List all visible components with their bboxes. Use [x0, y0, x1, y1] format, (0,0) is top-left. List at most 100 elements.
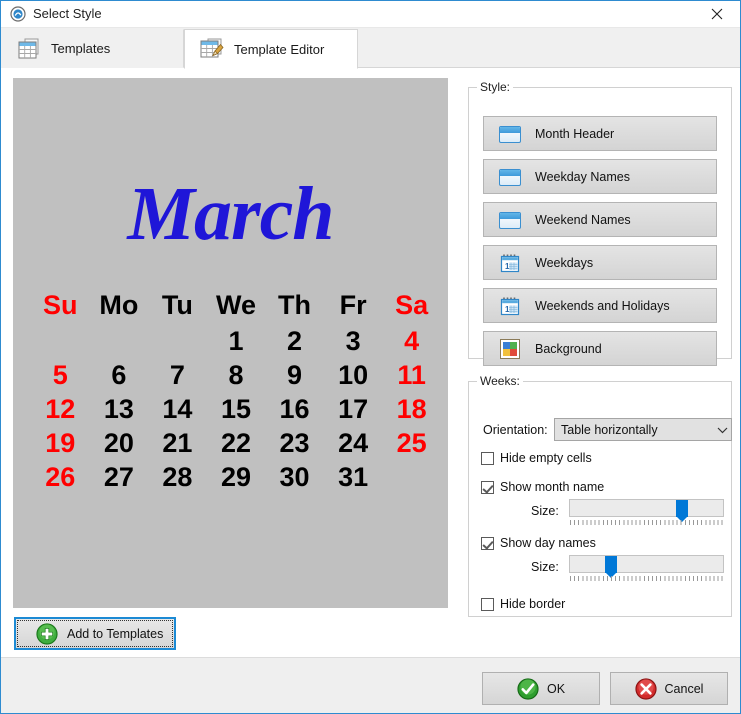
style-button-weekday-names[interactable]: Weekday Names	[483, 159, 717, 194]
settings-column: Style: Month Header Weekday Names Weeken…	[460, 74, 732, 640]
calendar-preview[interactable]: March Su Mo Tu We Th Fr Sa 1 2 3 4 5 6 7…	[13, 78, 448, 608]
day-cell: 23	[279, 428, 310, 458]
checkbox-box	[481, 480, 494, 494]
day-cell: 18	[396, 394, 427, 424]
style-button-label: Month Header	[535, 126, 615, 141]
day-cell: 28	[162, 462, 193, 492]
ok-button[interactable]: OK	[482, 672, 600, 705]
day-cell: 29	[220, 462, 251, 492]
day-cell: 30	[279, 462, 310, 492]
orientation-select[interactable]: Table horizontally	[554, 418, 732, 441]
checkbox-show-day-names[interactable]: Show day names	[481, 536, 596, 550]
day-cell: 27	[103, 462, 134, 492]
day-cell: 6	[111, 360, 127, 390]
tab-label: Template Editor	[234, 41, 325, 57]
day-size-slider[interactable]	[569, 555, 724, 581]
day-cell: 25	[396, 428, 427, 458]
weeks-group-legend: Weeks:	[480, 374, 520, 388]
tab-template-editor[interactable]: Template Editor	[184, 29, 358, 69]
add-to-templates-button[interactable]: Add to Templates	[14, 617, 176, 650]
calendar-icon: 1	[498, 251, 522, 275]
red-x-circle-icon	[634, 677, 657, 700]
day-name: Tu	[161, 290, 193, 320]
table-grid-icon	[16, 37, 42, 61]
weeks-group: Weeks: Orientation: Table horizontally H…	[468, 374, 732, 617]
day-cell: 7	[169, 360, 185, 390]
window-panel-icon	[498, 208, 522, 232]
style-group: Style: Month Header Weekday Names Weeken…	[468, 80, 732, 366]
chevron-down-icon	[713, 423, 731, 437]
style-button-background[interactable]: Background	[483, 331, 717, 366]
month-size-slider[interactable]	[569, 499, 724, 525]
day-cell: 2	[287, 326, 303, 356]
day-cell: 8	[228, 360, 244, 390]
style-button-weekend-names[interactable]: Weekend Names	[483, 202, 717, 237]
day-cell: 26	[45, 462, 76, 492]
week-row: 19 20 21 22 23 24 25	[31, 426, 441, 460]
select-style-dialog: Select Style Templates Template Editor M…	[0, 0, 741, 714]
preview-month-name: March	[127, 172, 334, 256]
day-cell: 3	[345, 326, 361, 356]
window-title: Select Style	[33, 6, 102, 21]
checkbox-label: Hide empty cells	[500, 451, 592, 465]
day-name: Fr	[339, 290, 367, 320]
checkbox-label: Show day names	[500, 536, 596, 550]
day-cell	[382, 460, 441, 494]
tab-label: Templates	[51, 41, 111, 56]
checkbox-hide-border[interactable]: Hide border	[481, 597, 565, 611]
window-panel-icon	[498, 165, 522, 189]
table-grid-brush-icon	[199, 37, 225, 61]
day-cell: 17	[338, 394, 369, 424]
tab-templates[interactable]: Templates	[1, 29, 184, 68]
checkbox-label: Hide border	[500, 597, 566, 611]
style-button-weekends-and-holidays[interactable]: 1 Weekends and Holidays	[483, 288, 717, 323]
day-name: Mo	[99, 290, 139, 320]
checkbox-box	[481, 451, 494, 465]
style-button-label: Weekday Names	[535, 169, 630, 184]
ok-button-label: OK	[546, 681, 566, 696]
day-cell	[31, 324, 90, 358]
style-button-weekdays[interactable]: 1 Weekdays	[483, 245, 717, 280]
day-name: Su	[43, 290, 78, 320]
style-group-legend: Style:	[480, 80, 511, 94]
day-name: We	[215, 290, 256, 320]
day-cell: 9	[287, 360, 303, 390]
day-cell: 4	[404, 326, 420, 356]
day-cell: 22	[220, 428, 251, 458]
week-row: 1 2 3 4	[31, 324, 441, 358]
slider-thumb[interactable]	[604, 556, 617, 578]
checkbox-hide-empty-cells[interactable]: Hide empty cells	[481, 451, 592, 465]
slider-thumb[interactable]	[676, 500, 689, 522]
checkbox-box	[481, 597, 494, 611]
day-cell: 1	[228, 326, 244, 356]
close-icon[interactable]	[694, 1, 740, 27]
day-cell: 12	[45, 394, 76, 424]
day-cell: 20	[103, 428, 134, 458]
tab-strip: Templates Template Editor	[1, 28, 740, 69]
day-cell: 10	[338, 360, 369, 390]
day-cell: 19	[45, 428, 76, 458]
main-content: March Su Mo Tu We Th Fr Sa 1 2 3 4 5 6 7…	[1, 68, 740, 650]
app-disc-icon	[10, 6, 26, 22]
day-size-label: Size:	[531, 560, 559, 574]
day-cell: 31	[338, 462, 369, 492]
day-cell: 13	[103, 394, 134, 424]
checkbox-show-month-name[interactable]: Show month name	[481, 480, 604, 494]
day-name: Th	[278, 290, 312, 320]
style-button-label: Weekend Names	[535, 212, 631, 227]
slider-ticks	[570, 520, 723, 525]
orientation-label: Orientation:	[483, 423, 548, 437]
month-size-label: Size:	[531, 504, 559, 518]
calendar-icon: 1	[498, 294, 522, 318]
title-bar: Select Style	[1, 1, 740, 28]
cancel-button-label: Cancel	[664, 681, 704, 696]
style-button-label: Background	[535, 341, 602, 356]
slider-track	[569, 555, 724, 573]
cancel-button[interactable]: Cancel	[610, 672, 728, 705]
day-cell: 21	[162, 428, 193, 458]
day-cell: 14	[162, 394, 193, 424]
preview-calendar-grid: Su Mo Tu We Th Fr Sa 1 2 3 4 5 6 7 8 9 1…	[31, 286, 441, 494]
style-button-month-header[interactable]: Month Header	[483, 116, 717, 151]
style-button-label: Weekends and Holidays	[535, 298, 670, 313]
day-cell	[90, 324, 149, 358]
